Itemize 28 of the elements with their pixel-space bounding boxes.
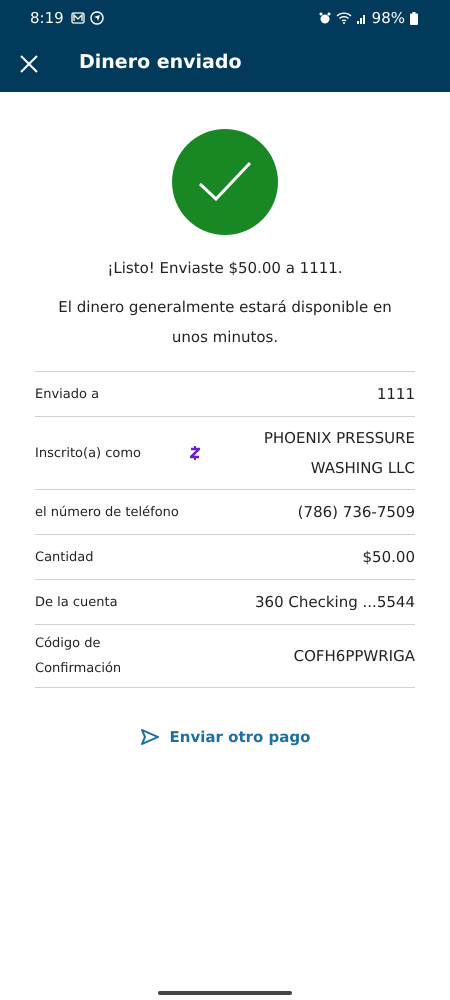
detail-label: Cantidad [35, 548, 94, 566]
detail-label: De la cuenta [35, 594, 119, 612]
close-button[interactable] [19, 54, 39, 74]
mail-icon [70, 12, 85, 24]
alarm-icon [318, 12, 331, 24]
detail-label: Código de Confirmación [35, 635, 122, 678]
navigation-icon [90, 11, 104, 25]
detail-label: Enviado a [35, 386, 100, 404]
detail-value: COFH6PPWRIGA [292, 646, 415, 667]
availability-note: El dinero generalmente estará disponible en unos minutos. [57, 297, 393, 348]
logo-icon [190, 445, 200, 461]
send-icon [140, 728, 160, 746]
battery-icon [410, 12, 418, 24]
success-message: ¡Listo! Enviaste $50.00 a 1111. [107, 259, 343, 277]
signal-icon [356, 12, 367, 24]
detail-value: PHOENIX PRESSURE WASHING LLC [262, 428, 415, 479]
send-another-payment-button[interactable]: Enviar otro pago [136, 724, 314, 750]
success-check-icon [172, 129, 278, 235]
wifi-icon [336, 12, 352, 24]
screen-title: Dinero enviado [79, 51, 242, 73]
detail-value: 1111 [376, 384, 415, 405]
detail-label: Inscrito(a) como [35, 444, 142, 462]
detail-value: (786) 736-7509 [296, 502, 415, 523]
status-time: 8:19 [30, 9, 64, 27]
detail-value: $50.00 [362, 547, 415, 568]
battery-percentage: 98% [372, 9, 405, 27]
detail-label: el número de teléfono [35, 504, 179, 522]
detail-value: 360 Checking ...5544 [254, 592, 415, 613]
